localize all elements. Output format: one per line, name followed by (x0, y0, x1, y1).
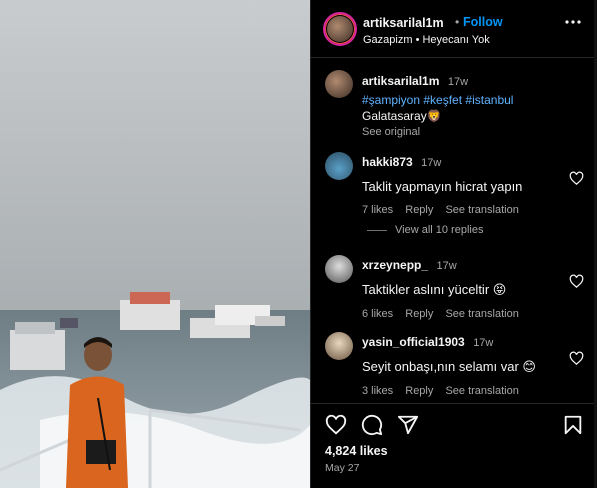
post-side-panel: artiksarilal1m • Follow Gazapizm • Heyec… (310, 0, 597, 488)
reply-button[interactable]: Reply (405, 385, 433, 397)
comment-meta: 7 likes Reply See translation (362, 204, 562, 216)
commenter-avatar[interactable] (325, 255, 353, 283)
comment-username[interactable]: yasin_official1903 (362, 335, 465, 349)
follow-button[interactable]: Follow (463, 15, 503, 29)
author-avatar[interactable] (323, 12, 357, 46)
comment-meta: 6 likes Reply See translation (362, 308, 562, 320)
commenter-avatar[interactable] (325, 152, 353, 180)
comment-heart-icon[interactable] (569, 351, 584, 366)
comment-time: 17w (473, 337, 494, 349)
video-frame (0, 0, 310, 488)
author-username[interactable]: artiksarilal1m (363, 16, 444, 30)
post-actions: 4,824 likes May 27 (311, 403, 597, 488)
see-original-link[interactable]: See original (362, 126, 582, 138)
share-icon[interactable] (397, 414, 419, 436)
caption-time: 17w (447, 76, 469, 88)
commenter-avatar[interactable] (325, 332, 353, 360)
more-options-icon[interactable] (565, 20, 581, 24)
hashtag[interactable]: #keşfet (423, 93, 462, 107)
comment-time: 17w (436, 260, 457, 272)
caption-avatar[interactable] (325, 70, 353, 98)
replies-line (367, 229, 387, 231)
comment-heart-icon[interactable] (569, 171, 584, 186)
comment-time: 17w (421, 157, 442, 169)
comment-text: Taktikler aslını yüceltir 😝 (362, 282, 507, 297)
heart-icon[interactable] (325, 414, 347, 436)
hashtag[interactable]: #istanbul (465, 93, 513, 107)
comment-likes[interactable]: 6 likes (362, 308, 393, 320)
comment-icon[interactable] (361, 414, 383, 436)
comment-heart-icon[interactable] (569, 274, 584, 289)
comments-list[interactable]: artiksarilal1m 17w #şampiyon #keşfet #is… (311, 58, 597, 403)
caption-text: Galatasaray🦁 (362, 109, 442, 123)
bookmark-icon[interactable] (562, 414, 584, 436)
post-media[interactable] (0, 0, 310, 488)
comment-text: Taklit yapmayın hicrat yapın (362, 179, 523, 194)
comment-text: Seyit onbaşı,nın selamı var 😊 (362, 359, 536, 374)
likes-count[interactable]: 4,824 likes (325, 444, 388, 458)
comment-username[interactable]: xrzeynepp_ (362, 258, 428, 272)
post-date: May 27 (325, 462, 360, 474)
view-replies-label: View all 10 replies (395, 224, 484, 236)
comment-meta: 3 likes Reply See translation (362, 385, 562, 397)
reply-button[interactable]: Reply (405, 204, 433, 216)
reply-button[interactable]: Reply (405, 308, 433, 320)
hashtag[interactable]: #şampiyon (362, 93, 420, 107)
audio-track[interactable]: Gazapizm • Heyecanı Yok (363, 34, 490, 46)
view-replies-link[interactable]: View all 10 replies (367, 224, 483, 236)
separator-dot: • (455, 15, 460, 29)
comment-username[interactable]: hakki873 (362, 155, 413, 169)
comment-likes[interactable]: 3 likes (362, 385, 393, 397)
see-translation-link[interactable]: See translation (445, 308, 518, 320)
caption-hashtags: #şampiyon #keşfet #istanbul (362, 93, 582, 107)
comment-likes[interactable]: 7 likes (362, 204, 393, 216)
see-translation-link[interactable]: See translation (445, 385, 518, 397)
see-translation-link[interactable]: See translation (445, 204, 518, 216)
post-header: artiksarilal1m • Follow Gazapizm • Heyec… (311, 0, 597, 58)
caption-username[interactable]: artiksarilal1m (362, 74, 439, 88)
